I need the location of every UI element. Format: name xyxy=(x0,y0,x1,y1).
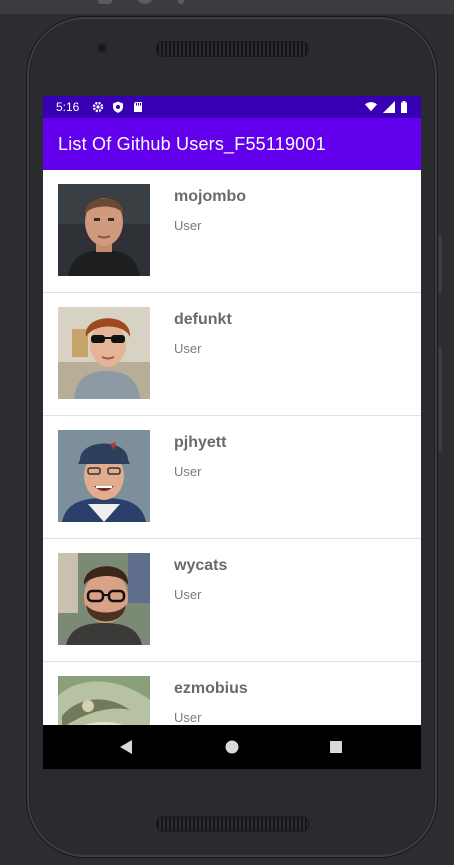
list-item[interactable]: mojombo User xyxy=(43,170,421,293)
user-list[interactable]: mojombo User defunkt User pjhyett User w… xyxy=(43,170,421,725)
user-type: User xyxy=(174,464,202,479)
volume-button[interactable] xyxy=(438,235,442,293)
emulator-toolbar xyxy=(0,0,454,14)
list-item[interactable]: wycats User xyxy=(43,539,421,662)
user-login: defunkt xyxy=(174,311,232,328)
user-login: ezmobius xyxy=(174,680,248,697)
navigation-bar xyxy=(43,725,421,769)
page-title: List Of Github Users_F55119001 xyxy=(58,134,326,154)
list-item[interactable]: pjhyett User xyxy=(43,416,421,539)
battery-icon xyxy=(401,101,407,113)
earpiece-speaker xyxy=(156,41,309,57)
user-login: mojombo xyxy=(174,188,246,205)
user-type: User xyxy=(174,218,202,233)
list-item[interactable]: defunkt User xyxy=(43,293,421,416)
user-type: User xyxy=(174,341,202,356)
user-type: User xyxy=(174,710,202,725)
toolbar-icon xyxy=(138,0,152,4)
status-bar: 5:16 xyxy=(43,96,421,118)
avatar xyxy=(58,184,150,276)
sd-card-icon xyxy=(134,102,142,112)
avatar xyxy=(58,676,150,725)
toolbar-icon xyxy=(98,0,112,4)
avatar xyxy=(58,430,150,522)
avatar xyxy=(58,307,150,399)
status-time: 5:16 xyxy=(56,100,80,114)
device-screen: 5:16 List Of Github Users_F55119001 mojo… xyxy=(43,96,421,769)
bottom-speaker xyxy=(156,816,309,832)
recents-icon[interactable] xyxy=(326,737,346,757)
front-camera xyxy=(97,43,107,53)
user-type: User xyxy=(174,587,202,602)
power-button[interactable] xyxy=(438,347,442,452)
signal-icon xyxy=(383,101,395,113)
gear-icon xyxy=(92,101,104,113)
avatar xyxy=(58,553,150,645)
user-login: wycats xyxy=(174,557,228,574)
list-item[interactable]: ezmobius User xyxy=(43,662,421,725)
app-bar: List Of Github Users_F55119001 xyxy=(43,118,421,170)
shield-icon xyxy=(113,101,123,113)
wifi-icon xyxy=(365,102,377,112)
toolbar-icon xyxy=(178,0,184,4)
back-icon[interactable] xyxy=(116,737,136,757)
user-login: pjhyett xyxy=(174,434,227,451)
home-icon[interactable] xyxy=(222,737,242,757)
